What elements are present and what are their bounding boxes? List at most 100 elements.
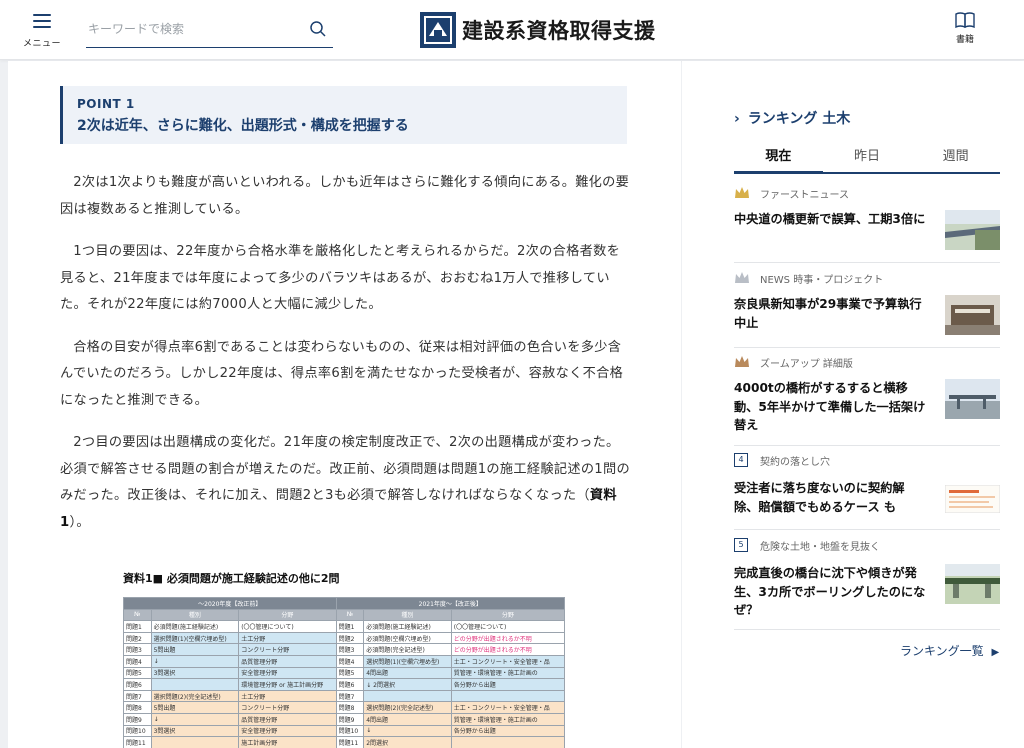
paragraph: 合格の目安が得点率6割であることは変わらないものの、従来は相対評価の色合いを多少…	[60, 339, 624, 408]
figure-cell: 必須問題(完全記述型)	[363, 643, 452, 656]
figure-cell: 質管理・環境管理・施工計画の	[450, 666, 565, 680]
figure-cell: 問題8	[335, 701, 365, 714]
book-icon	[955, 12, 975, 28]
ranking-category: 契約の落とし穴	[760, 456, 830, 468]
ranking-category: ファーストニュース	[760, 189, 849, 201]
point-heading: 2次は近年、さらに難化、出題形式・構成を把握する	[77, 118, 409, 134]
figure-cell: 問題8	[123, 701, 152, 714]
paragraph-text: 2つ目の要因は出題構成の変化だ。21年度の検定制度改正で、2次の出題構成が変わっ…	[60, 435, 630, 503]
tab-yesterday[interactable]: 昨日	[823, 140, 912, 172]
ranking-item[interactable]: ファーストニュース 中央道の橋更新で誤算、工期3倍に	[734, 185, 1000, 263]
books-button[interactable]: 書籍	[946, 12, 984, 45]
figure-cell: 問題9	[335, 712, 365, 726]
figure-cell: 選択問題(2)(完全記述型)	[150, 689, 240, 703]
article-paragraphs: 2次は1次よりも難度が高いといわれる。しかも近年はさらに難化する傾向にある。難化…	[60, 170, 630, 552]
figure-cell: どの分野が出題されるか不明	[450, 631, 565, 645]
ranking-item[interactable]: 4 契約の落とし穴 受注者に落ち度ないのに契約解除、賠償額でもめるケース も	[734, 452, 1000, 530]
search-icon[interactable]	[309, 20, 327, 38]
tab-current[interactable]: 現在	[734, 140, 823, 174]
rank-number: 5	[734, 538, 748, 552]
figure-cell: 4問出題	[363, 712, 452, 726]
figure-cell: (〇〇管理について)	[238, 620, 337, 633]
figure-cell: 質管理・環境管理・施工計画の	[450, 712, 565, 726]
ranking-title: ランキング 土木	[747, 111, 851, 127]
thumbnail-image	[945, 564, 1000, 604]
col-field: 分野	[238, 608, 337, 622]
figure-cell: 品質管理分野	[238, 654, 337, 668]
ranking-sidebar: › ランキング 土木 現在 昨日 週間 ファーストニュース 中央道の橋更新で誤算、…	[682, 61, 1024, 748]
figure-cell: 問題6	[335, 678, 365, 691]
figure-cell: 問題7	[335, 689, 365, 703]
menu-button[interactable]: メニュー	[22, 14, 62, 50]
site-logo[interactable]: 建設系資格取得支援	[420, 12, 656, 48]
figure-cell: 問題9	[123, 712, 152, 726]
ranking-title-text: 受注者に落ち度ないのに契約解除、賠償額でもめるケース も	[734, 481, 905, 514]
figure-cell	[450, 736, 565, 748]
ranking-meta: ズームアップ 詳細版	[734, 354, 1000, 370]
ranking-item[interactable]: 5 危険な土地・地盤を見抜く 完成直後の橋台に沈下や傾きが発生、3カ所でボーリン…	[734, 537, 1000, 630]
figure-cell: どの分野が出題されるか不明	[450, 643, 565, 656]
figure-right-header: 2021年度～【改正後】	[335, 597, 565, 610]
thumbnail-image	[945, 485, 1000, 513]
figure-row: 問題11 施工計画分野 問題11 2問選択	[123, 736, 565, 748]
figure-cell: 各分野から出題	[450, 724, 565, 738]
play-arrow-icon: ▶	[991, 647, 1000, 658]
ranking-meta: 4 契約の落とし穴	[734, 452, 1000, 468]
paragraph: 2つ目の要因は出題構成の変化だ。21年度の検定制度改正で、2次の出題構成が変わっ…	[60, 430, 630, 536]
figure-row: 問題1 必須問題(施工経験記述) (〇〇管理について) 問題1 必須問題(施工経験記述)…	[123, 620, 565, 633]
search-input[interactable]	[86, 14, 296, 44]
ranking-item[interactable]: ズームアップ 詳細版 4000tの橋桁がするすると横移動、5年半かけて準備した一…	[734, 354, 1000, 446]
figure-cell: 土工・コンクリート・安全管理・品	[450, 701, 565, 714]
logo-mark-icon	[420, 12, 456, 48]
figure-cell: 必須問題(施工経験記述)	[363, 620, 452, 633]
paragraph-text-end: ）。	[69, 514, 90, 530]
tab-weekly[interactable]: 週間	[911, 140, 1000, 172]
site-title: 建設系資格取得支援	[462, 19, 656, 43]
ranking-meta: ファーストニュース	[734, 185, 1000, 201]
figure-cell	[450, 689, 565, 703]
crown-gold-icon	[735, 187, 749, 198]
paragraph: 2次は1次よりも難度が高いといわれる。しかも近年はさらに難化する傾向にある。難化…	[60, 175, 630, 217]
ranking-title-text: 完成直後の橋台に沈下や傾きが発生、3カ所でボーリングしたのになぜ？	[734, 566, 926, 617]
ranking-item[interactable]: NEWS 時事・プロジェクト 奈良県新知事が29事業で予算執行中止	[734, 270, 1000, 348]
ranking-meta: 5 危険な土地・地盤を見抜く	[734, 537, 1000, 553]
ranking-more-label: ランキング一覧	[900, 644, 984, 658]
figure-cell: 問題3	[123, 643, 152, 656]
crown-bronze-icon	[735, 356, 749, 367]
figure-cell: 問題4	[335, 654, 365, 668]
col-kind: 種別	[150, 608, 240, 622]
figure-cell: 問題7	[123, 689, 152, 703]
figure-cell: 問題3	[335, 643, 365, 656]
ranking-list-link[interactable]: ランキング一覧 ▶	[900, 642, 999, 659]
hamburger-icon	[33, 14, 51, 28]
figure-cell	[150, 678, 240, 691]
point-label: POINT 1	[77, 97, 135, 111]
figure-cell: 安全管理分野	[238, 724, 337, 738]
figure-left-header: ～2020年度【改正前】	[123, 597, 337, 610]
col-no: №	[123, 608, 152, 622]
chevron-right-icon: ›	[734, 111, 740, 127]
figure-cell: 5問出題	[150, 643, 240, 656]
figure-cell: 品質管理分野	[238, 712, 337, 726]
figure-cell: 問題10	[123, 724, 152, 738]
figure-cell: 必須問題(空欄穴埋め型)	[363, 631, 452, 645]
article-body: POINT 1 2次は近年、さらに難化、出題形式・構成を把握する 2次は1次より…	[8, 61, 681, 748]
figure-cell: 問題11	[123, 736, 152, 748]
figure-table-image[interactable]: ～2020年度【改正前】 2021年度～【改正後】 № 種別 分野 № 種別 分…	[123, 597, 565, 748]
figure-cell: 選択問題(1)(空欄穴埋め型)	[363, 654, 452, 668]
ranking-meta: NEWS 時事・プロジェクト	[734, 270, 1000, 286]
figure-table: ～2020年度【改正前】 2021年度～【改正後】 № 種別 分野 № 種別 分…	[123, 597, 565, 748]
figure-cell: 問題11	[335, 736, 365, 748]
figure-cell: コンクリート分野	[238, 701, 337, 714]
paragraph: 1つ目の要因は、22年度から合格水準を厳格化したと考えられるからだ。2次の合格者…	[60, 244, 621, 312]
figure-row: 問題8 5問出題 コンクリート分野 問題8 選択問題(2)(完全記述型) 土工・コンクリー…	[123, 701, 565, 714]
figure-cell: コンクリート分野	[238, 643, 337, 656]
figure-cell: ↓	[150, 712, 240, 726]
figure-row: 問題7 選択問題(2)(完全記述型) 土工分野 問題7	[123, 689, 565, 703]
point-box: POINT 1 2次は近年、さらに難化、出題形式・構成を把握する	[60, 86, 627, 144]
figure-cell: 問題2	[335, 631, 365, 645]
figure-cell: 5問出題	[150, 701, 240, 714]
figure-cell: 2問選択	[363, 736, 452, 748]
crown-silver-icon	[735, 272, 749, 283]
figure-cell: 土工分野	[238, 689, 337, 703]
